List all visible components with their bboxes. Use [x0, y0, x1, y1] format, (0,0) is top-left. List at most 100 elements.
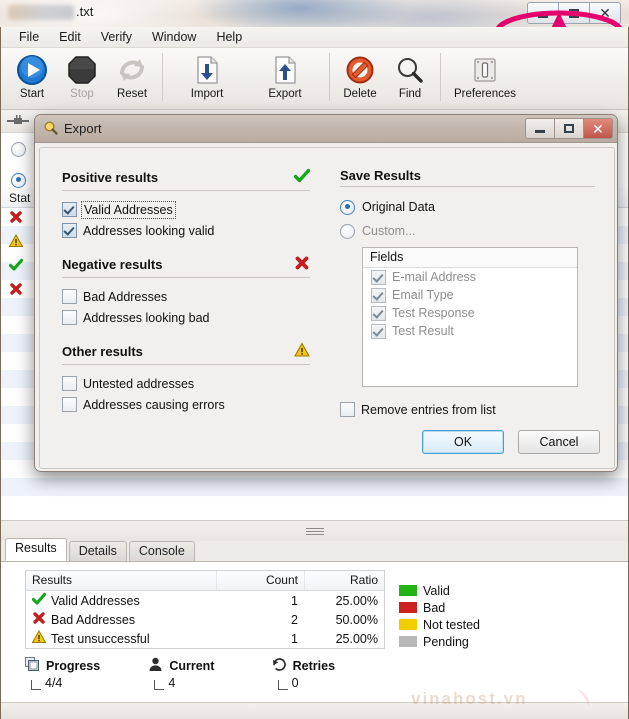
close-button[interactable]: ✕: [590, 2, 621, 24]
toolbar-label-start: Start: [19, 88, 45, 100]
legend-swatch-bad: [399, 602, 417, 613]
toolbar-label-import: Import: [190, 88, 224, 100]
window-controls: ✕: [527, 2, 621, 24]
radio-original-data[interactable]: [340, 199, 355, 215]
menu-item-verify[interactable]: Verify: [91, 28, 142, 46]
toolbar-button-start[interactable]: Start: [7, 51, 57, 100]
red-x-icon: [32, 611, 46, 628]
window-title: .txt: [8, 4, 93, 20]
mode-radio-on[interactable]: [11, 173, 26, 188]
mode-radio-off[interactable]: [11, 142, 26, 157]
radio-label-custom: Custom...: [362, 224, 416, 238]
yellow-warning-icon: [8, 233, 24, 251]
application-window: .txt ✕ PAVIETNAM.VN File Edit Verify Win…: [0, 0, 629, 719]
splitter-bar[interactable]: [1, 520, 628, 541]
checkbox-addresses-causing-errors[interactable]: [62, 397, 77, 412]
tab-results[interactable]: Results: [5, 538, 67, 561]
checkbox-bad-addresses[interactable]: [62, 289, 77, 304]
toolbar-button-reset[interactable]: Reset: [107, 51, 157, 100]
dialog-window-controls: ✕: [525, 118, 613, 139]
list-item[interactable]: Test Result: [363, 322, 577, 340]
export-dialog: Export ✕ Positive results Valid Addresse…: [34, 114, 618, 472]
checkbox-addresses-looking-bad[interactable]: [62, 310, 77, 325]
row-ratio: 50.00%: [335, 612, 378, 627]
stat-retries: Retries 0: [272, 657, 395, 690]
minimize-icon: [535, 130, 545, 133]
tab-console[interactable]: Console: [128, 541, 195, 561]
checkbox-remove-entries[interactable]: [340, 402, 355, 417]
person-icon: [148, 657, 163, 675]
cancel-button[interactable]: Cancel: [518, 430, 600, 454]
checkbox-email-address[interactable]: [371, 269, 386, 285]
row-label: Bad Addresses: [51, 612, 136, 627]
checkbox-addresses-looking-valid[interactable]: [62, 223, 77, 238]
minimize-button[interactable]: [527, 2, 559, 24]
menu-item-window[interactable]: Window: [142, 28, 206, 46]
toolbar-button-stop[interactable]: Stop: [57, 51, 107, 100]
status-bar: [1, 702, 628, 719]
table-row[interactable]: Valid Addresses 1 25.00%: [26, 591, 384, 610]
magnifier-icon: [43, 120, 58, 138]
stat-label: Current: [169, 659, 215, 673]
toolbar-button-delete[interactable]: Delete: [335, 51, 385, 100]
results-table-header: Results Count Ratio: [26, 571, 384, 591]
radio-row-custom[interactable]: Custom...: [340, 219, 595, 243]
fields-list-header: Fields: [363, 248, 577, 268]
fields-list[interactable]: Fields E-mail Address Email Type Test Re…: [362, 247, 578, 387]
checkbox-label-addresses-causing-errors: Addresses causing errors: [83, 397, 225, 412]
table-row[interactable]: Test unsuccessful 1 25.00%: [26, 629, 384, 648]
stat-value: 0: [291, 676, 299, 690]
group-header-save-results: Save Results: [340, 168, 595, 183]
divider: [62, 277, 310, 278]
toolbar-button-export[interactable]: Export: [246, 51, 324, 100]
legend-item-pending: Pending: [399, 633, 480, 650]
checkbox-row-addresses-causing-errors[interactable]: Addresses causing errors: [62, 394, 310, 415]
checkbox-row-remove-entries[interactable]: Remove entries from list: [340, 399, 595, 420]
toolbar-label-reset: Reset: [116, 88, 148, 100]
checkbox-email-type[interactable]: [371, 287, 386, 303]
close-icon: ✕: [592, 120, 604, 137]
dialog-title: Export: [64, 121, 102, 136]
checkbox-valid-addresses[interactable]: [62, 202, 77, 217]
checkbox-row-addresses-looking-bad[interactable]: Addresses looking bad: [62, 307, 310, 328]
checkbox-row-addresses-looking-valid[interactable]: Addresses looking valid: [62, 220, 310, 241]
legend-item-not-tested: Not tested: [399, 616, 480, 633]
dialog-maximize-button[interactable]: [555, 118, 584, 139]
toolbar-button-preferences[interactable]: Preferences: [446, 51, 524, 100]
checkbox-untested-addresses[interactable]: [62, 376, 77, 391]
retry-icon: [272, 657, 287, 675]
menu-item-edit[interactable]: Edit: [49, 28, 91, 46]
menu-item-help[interactable]: Help: [206, 28, 252, 46]
checkbox-test-response[interactable]: [371, 305, 386, 321]
ok-button[interactable]: OK: [422, 430, 504, 454]
toolbar-button-import[interactable]: Import: [168, 51, 246, 100]
maximize-button[interactable]: [559, 2, 590, 24]
splitter-grip-icon: [305, 528, 324, 535]
divider: [62, 364, 310, 365]
checkbox-row-valid-addresses[interactable]: Valid Addresses: [62, 199, 310, 220]
legend-swatch-pending: [399, 636, 417, 647]
statistics-row: Progress 4/4 Current 4 Retries 0: [25, 657, 395, 690]
checkbox-row-untested-addresses[interactable]: Untested addresses: [62, 373, 310, 394]
legend-swatch-valid: [399, 585, 417, 596]
tab-details[interactable]: Details: [68, 541, 127, 561]
table-row[interactable]: Bad Addresses 2 50.00%: [26, 610, 384, 629]
toolbar-separator-3: [440, 53, 441, 101]
toolbar-button-find[interactable]: Find: [385, 51, 435, 100]
list-item[interactable]: Email Type: [363, 286, 577, 304]
dialog-close-button[interactable]: ✕: [584, 118, 613, 139]
dialog-minimize-button[interactable]: [525, 118, 555, 139]
list-item[interactable]: Test Response: [363, 304, 577, 322]
column-header-count: Count: [216, 571, 304, 590]
toolbar-label-stop: Stop: [70, 88, 94, 100]
tree-elbow-icon: [277, 680, 288, 690]
legend-item-valid: Valid: [399, 582, 480, 599]
checkbox-row-bad-addresses[interactable]: Bad Addresses: [62, 286, 310, 307]
checkbox-test-result[interactable]: [371, 323, 386, 339]
dialog-right-column: Save Results Original Data Custom... Fie…: [340, 168, 595, 420]
menu-item-file[interactable]: File: [9, 28, 49, 46]
legend-label-not-tested: Not tested: [423, 617, 480, 632]
list-item[interactable]: E-mail Address: [363, 268, 577, 286]
radio-row-original-data[interactable]: Original Data: [340, 195, 595, 219]
radio-custom[interactable]: [340, 223, 355, 239]
